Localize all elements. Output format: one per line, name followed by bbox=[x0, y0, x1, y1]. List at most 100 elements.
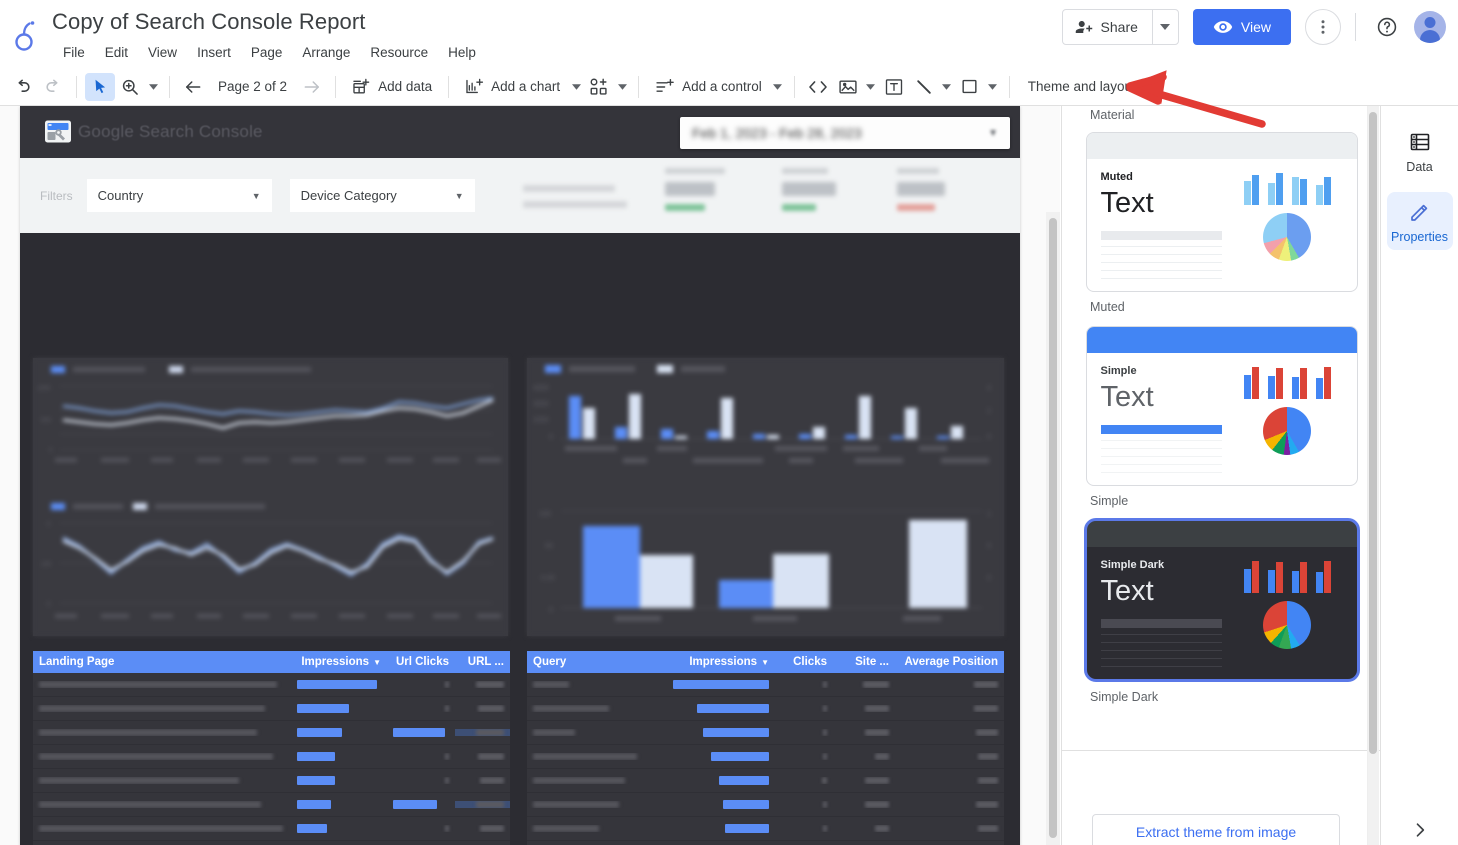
add-data-button[interactable]: Add data bbox=[344, 73, 440, 101]
view-button[interactable]: View bbox=[1192, 9, 1291, 45]
menu-page[interactable]: Page bbox=[241, 41, 293, 64]
rail-item-data[interactable]: Data bbox=[1387, 122, 1453, 180]
add-chart-button[interactable]: Add a chart bbox=[457, 73, 568, 101]
next-page-button[interactable] bbox=[297, 73, 327, 101]
add-chart-dropdown-button[interactable] bbox=[568, 73, 584, 101]
theme-and-layout-button[interactable]: Theme and layout bbox=[1018, 74, 1146, 99]
report-page[interactable]: Google Search Console Feb 1, 2023 - Feb … bbox=[20, 106, 1020, 845]
extract-theme-from-image-button[interactable]: Extract theme from image bbox=[1092, 814, 1340, 845]
chevron-down-icon: ▼ bbox=[988, 127, 998, 139]
query-table[interactable]: Query Impressions ▼ Clicks Site ... Avera… bbox=[527, 651, 1004, 845]
person-add-icon bbox=[1075, 21, 1092, 33]
menu-file[interactable]: File bbox=[53, 41, 95, 64]
canvas-scrollbar-thumb[interactable] bbox=[1049, 218, 1057, 838]
landing-page-table[interactable]: Landing Page Impressions ▼ Url Clicks URL… bbox=[33, 651, 510, 845]
menu-arrange[interactable]: Arrange bbox=[292, 41, 360, 64]
panel-scrollbar-thumb[interactable] bbox=[1369, 112, 1377, 754]
theme-card-accent-bar bbox=[1100, 231, 1223, 240]
share-button[interactable]: Share bbox=[1063, 10, 1152, 44]
column-header-landing-page[interactable]: Landing Page bbox=[33, 656, 291, 668]
select-tool-button[interactable] bbox=[85, 72, 115, 101]
looker-studio-logo-icon[interactable] bbox=[0, 0, 52, 68]
table-row[interactable] bbox=[527, 721, 1004, 745]
previous-page-button[interactable] bbox=[178, 73, 208, 101]
date-range-control[interactable]: Feb 1, 2023 - Feb 28, 2023 ▼ bbox=[680, 117, 1010, 149]
theme-and-layout-panel: Material Muted Text Muted Simple Text Si… bbox=[1061, 106, 1381, 845]
column-header-site-ctr[interactable]: Site ... bbox=[833, 656, 895, 668]
image-icon bbox=[839, 79, 857, 94]
add-control-button[interactable]: Add a control bbox=[647, 73, 770, 101]
column-header-query[interactable]: Query bbox=[527, 656, 665, 668]
line-group bbox=[909, 73, 955, 101]
add-control-dropdown-button[interactable] bbox=[770, 73, 786, 101]
zoom-dropdown-button[interactable] bbox=[145, 73, 161, 101]
community-visualization-button[interactable] bbox=[584, 73, 614, 101]
column-header-impressions[interactable]: Impressions ▼ bbox=[665, 656, 775, 668]
column-header-url-clicks[interactable]: Url Clicks bbox=[387, 656, 455, 668]
pencil-edit-icon bbox=[1410, 204, 1427, 221]
table-row[interactable] bbox=[527, 793, 1004, 817]
table-row[interactable] bbox=[33, 841, 510, 845]
insert-line-button[interactable] bbox=[909, 73, 939, 101]
table-row[interactable] bbox=[33, 817, 510, 841]
page-navigation: Page 2 of 2 bbox=[178, 73, 327, 101]
menu-bar: File Edit View Insert Page Arrange Resou… bbox=[53, 41, 486, 64]
table-row[interactable] bbox=[527, 817, 1004, 841]
column-header-url-ctr[interactable]: URL ... bbox=[455, 656, 510, 668]
column-header-impressions[interactable]: Impressions ▼ bbox=[291, 656, 387, 668]
table-row[interactable] bbox=[527, 769, 1004, 793]
menu-view[interactable]: View bbox=[138, 41, 187, 64]
redo-button[interactable] bbox=[38, 73, 68, 101]
rectangle-dropdown-button[interactable] bbox=[985, 73, 1001, 101]
table-row[interactable] bbox=[33, 697, 510, 721]
page-title[interactable]: Copy of Search Console Report bbox=[52, 8, 486, 36]
table-row[interactable] bbox=[527, 841, 1004, 845]
share-dropdown-button[interactable] bbox=[1151, 10, 1178, 44]
table-row[interactable] bbox=[33, 673, 510, 697]
chart-bars-country-and-device[interactable]: 4000 3000 2000 0 4 2 0 100 50 0.00 0 1 5… bbox=[527, 358, 1004, 636]
report-scorecards[interactable] bbox=[505, 158, 1020, 233]
theme-card-left: Simple Text bbox=[1100, 365, 1223, 480]
theme-card-muted[interactable]: Muted Text bbox=[1085, 132, 1358, 292]
undo-button[interactable] bbox=[8, 73, 38, 101]
looker-studio-logo-glyph bbox=[15, 21, 35, 51]
insert-image-button[interactable] bbox=[833, 73, 863, 101]
device-category-filter-select[interactable]: Device Category ▼ bbox=[289, 179, 475, 212]
expand-panel-button[interactable] bbox=[1404, 814, 1436, 845]
menu-edit[interactable]: Edit bbox=[95, 41, 138, 64]
table-row[interactable] bbox=[527, 673, 1004, 697]
menu-help[interactable]: Help bbox=[438, 41, 486, 64]
table-row[interactable] bbox=[33, 769, 510, 793]
theme-card-simple-dark[interactable]: Simple Dark Text bbox=[1083, 518, 1360, 682]
toolbar-divider bbox=[335, 75, 337, 98]
panel-divider bbox=[1062, 750, 1381, 751]
column-header-average-position[interactable]: Average Position bbox=[895, 656, 1004, 668]
device-filter-value: Device Category bbox=[300, 188, 397, 203]
rail-item-properties[interactable]: Properties bbox=[1386, 192, 1453, 250]
table-row[interactable] bbox=[33, 793, 510, 817]
avatar[interactable] bbox=[1414, 11, 1446, 43]
theme-card-simple[interactable]: Simple Text bbox=[1085, 326, 1358, 486]
rail-item-data-label: Data bbox=[1406, 160, 1433, 174]
country-filter-select[interactable]: Country ▼ bbox=[86, 179, 272, 212]
menu-insert[interactable]: Insert bbox=[187, 41, 241, 64]
insert-text-button[interactable] bbox=[879, 73, 909, 101]
community-viz-dropdown-button[interactable] bbox=[614, 73, 630, 101]
zoom-tool-button[interactable] bbox=[115, 73, 145, 101]
table-row[interactable] bbox=[527, 697, 1004, 721]
theme-card-left: Simple Dark Text bbox=[1100, 559, 1223, 674]
table-row[interactable] bbox=[527, 745, 1004, 769]
insert-rectangle-button[interactable] bbox=[955, 73, 985, 101]
line-dropdown-button[interactable] bbox=[939, 73, 955, 101]
chart-impressions-and-position-timeseries[interactable]: 1000 500 0 0 100 0 bbox=[33, 358, 508, 636]
menu-resource[interactable]: Resource bbox=[360, 41, 438, 64]
table-row[interactable] bbox=[33, 745, 510, 769]
column-header-clicks[interactable]: Clicks bbox=[775, 656, 833, 668]
table-row[interactable] bbox=[33, 721, 510, 745]
image-dropdown-button[interactable] bbox=[863, 73, 879, 101]
embed-code-button[interactable] bbox=[803, 73, 833, 101]
more-options-button[interactable] bbox=[1305, 9, 1341, 45]
help-button[interactable] bbox=[1370, 10, 1404, 44]
page-indicator[interactable]: Page 2 of 2 bbox=[212, 79, 293, 94]
report-canvas[interactable]: Google Search Console Feb 1, 2023 - Feb … bbox=[0, 106, 1060, 845]
